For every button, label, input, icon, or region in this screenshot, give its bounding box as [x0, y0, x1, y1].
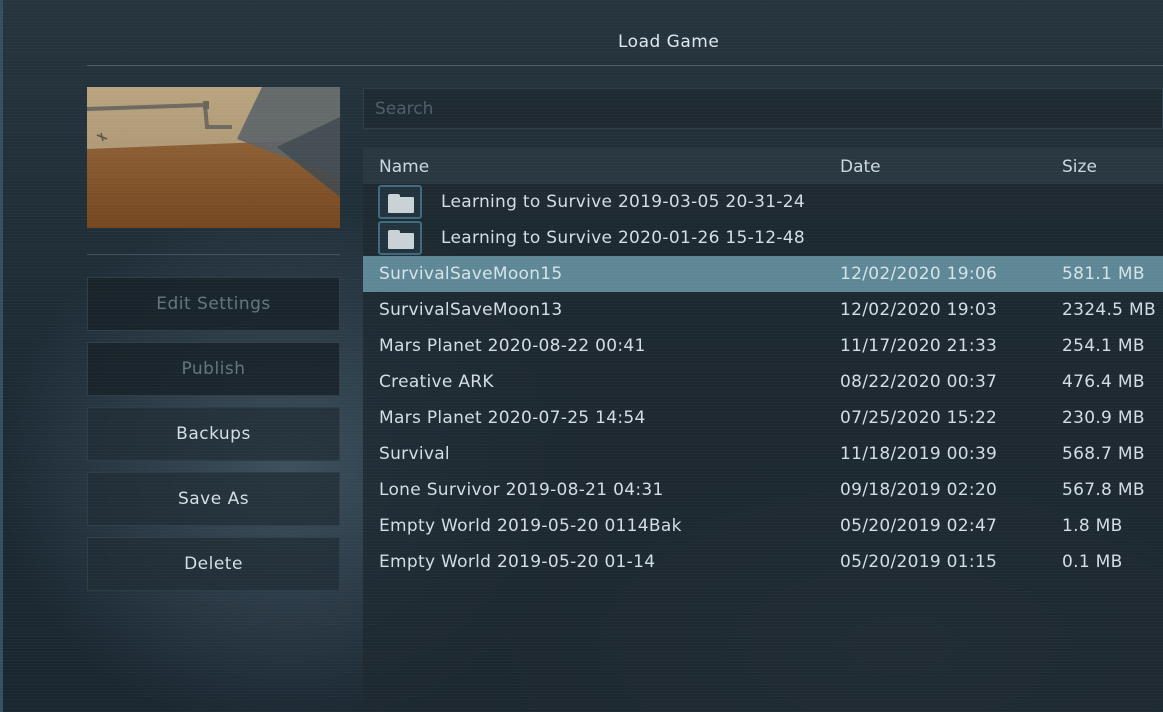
save-date: 08/22/2020 00:37	[840, 372, 998, 392]
save-name: Mars Planet 2020-07-25 14:54	[379, 408, 646, 428]
save-size: 230.9 MB	[1062, 408, 1145, 428]
publish-button[interactable]: Publish	[87, 342, 340, 396]
load-game-screen: Load Game Edit Settings Publish Backups …	[0, 0, 1163, 712]
save-size: 476.4 MB	[1062, 372, 1145, 392]
folder-name: Learning to Survive 2019-03-05 20-31-24	[441, 192, 806, 212]
folder-icon	[378, 185, 422, 219]
search-field[interactable]	[363, 88, 1163, 129]
folder-name: Learning to Survive 2020-01-26 15-12-48	[441, 228, 806, 248]
preview-scene	[87, 87, 340, 228]
save-name: Mars Planet 2020-08-22 00:41	[379, 336, 646, 356]
save-row[interactable]: SurvivalSaveMoon13 12/02/2020 19:03 2324…	[363, 292, 1163, 328]
save-row[interactable]: Lone Survivor 2019-08-21 04:31 09/18/201…	[363, 472, 1163, 508]
edit-settings-label: Edit Settings	[156, 294, 271, 314]
dialog-title-text: Load Game	[618, 32, 720, 52]
delete-label: Delete	[184, 554, 243, 574]
save-name: Survival	[379, 444, 450, 464]
folder-icon	[378, 221, 422, 255]
backups-button[interactable]: Backups	[87, 407, 340, 461]
backups-label: Backups	[176, 424, 251, 444]
save-date: 12/02/2020 19:06	[840, 264, 998, 284]
column-header-name[interactable]: Name	[379, 157, 429, 177]
save-name: SurvivalSaveMoon13	[379, 300, 563, 320]
save-row-selected[interactable]: SurvivalSaveMoon15 12/02/2020 19:06 581.…	[363, 256, 1163, 292]
left-edge-border	[0, 0, 3, 712]
save-date: 05/20/2019 01:15	[840, 552, 998, 572]
column-header-date[interactable]: Date	[840, 157, 881, 177]
save-date: 11/18/2019 00:39	[840, 444, 998, 464]
save-size: 567.8 MB	[1062, 480, 1145, 500]
save-name: Creative ARK	[379, 372, 494, 392]
save-as-button[interactable]: Save As	[87, 472, 340, 526]
sidebar-divider	[87, 254, 340, 255]
delete-button[interactable]: Delete	[87, 537, 340, 591]
save-size: 254.1 MB	[1062, 336, 1145, 356]
save-name: Lone Survivor 2019-08-21 04:31	[379, 480, 664, 500]
save-row[interactable]: Empty World 2019-05-20 0114Bak 05/20/201…	[363, 508, 1163, 544]
save-size: 1.8 MB	[1062, 516, 1123, 536]
publish-label: Publish	[181, 359, 246, 379]
save-date: 09/18/2019 02:20	[840, 480, 998, 500]
save-date: 12/02/2020 19:03	[840, 300, 998, 320]
folder-row[interactable]: Learning to Survive 2020-01-26 15-12-48	[363, 220, 1163, 256]
search-input[interactable]	[364, 89, 1162, 128]
column-header-size[interactable]: Size	[1062, 157, 1097, 177]
save-row[interactable]: Mars Planet 2020-07-25 14:54 07/25/2020 …	[363, 400, 1163, 436]
save-name: SurvivalSaveMoon15	[379, 264, 563, 284]
title-divider	[87, 65, 1163, 66]
save-row[interactable]: Survival 11/18/2019 00:39 568.7 MB	[363, 436, 1163, 472]
save-row[interactable]: Empty World 2019-05-20 01-14 05/20/2019 …	[363, 544, 1163, 580]
save-date: 11/17/2020 21:33	[840, 336, 998, 356]
save-date: 07/25/2020 15:22	[840, 408, 998, 428]
save-size: 2324.5 MB	[1062, 300, 1156, 320]
save-date: 05/20/2019 02:47	[840, 516, 998, 536]
save-size: 0.1 MB	[1062, 552, 1123, 572]
save-size: 581.1 MB	[1062, 264, 1145, 284]
save-row[interactable]: Mars Planet 2020-08-22 00:41 11/17/2020 …	[363, 328, 1163, 364]
save-list: Name Date Size Learning to Survive 2019-…	[363, 148, 1163, 712]
save-name: Empty World 2019-05-20 01-14	[379, 552, 656, 572]
save-as-label: Save As	[177, 489, 250, 509]
world-preview-image	[87, 87, 340, 228]
folder-row[interactable]: Learning to Survive 2019-03-05 20-31-24	[363, 184, 1163, 220]
save-name: Empty World 2019-05-20 0114Bak	[379, 516, 682, 536]
save-row[interactable]: Creative ARK 08/22/2020 00:37 476.4 MB	[363, 364, 1163, 400]
list-header: Name Date Size	[363, 148, 1163, 184]
save-size: 568.7 MB	[1062, 444, 1145, 464]
edit-settings-button[interactable]: Edit Settings	[87, 277, 340, 331]
